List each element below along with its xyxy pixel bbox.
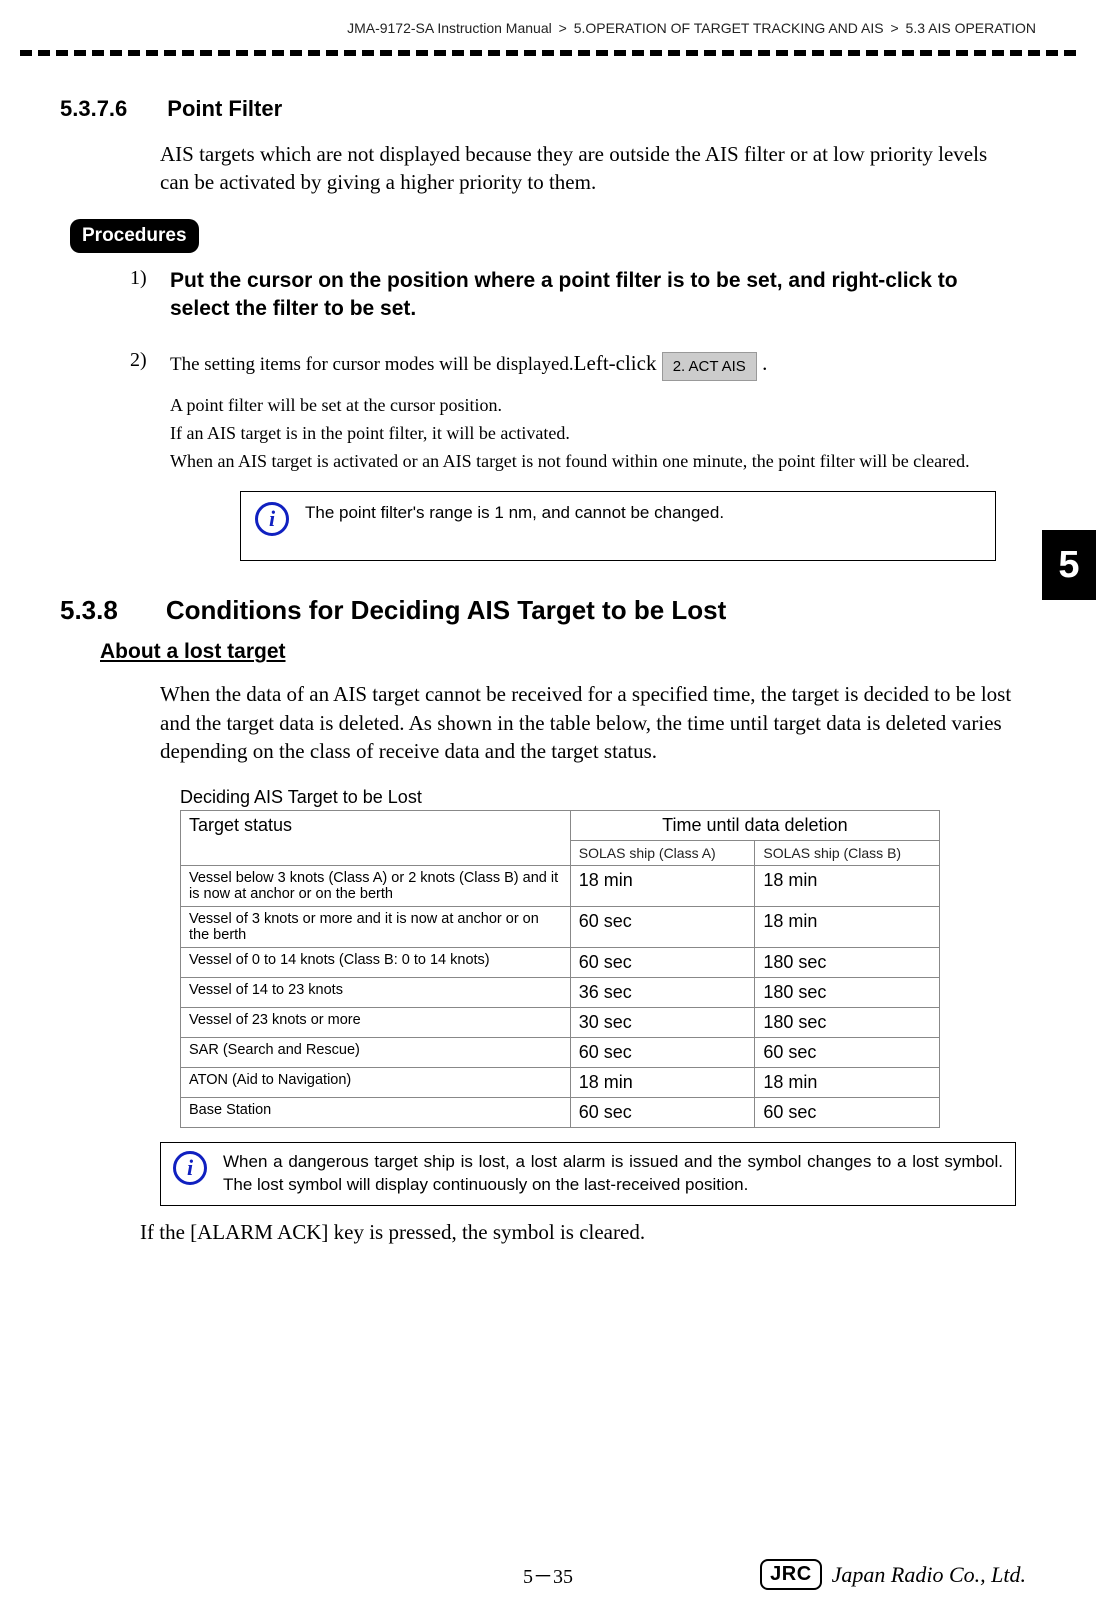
col-header-class-a: SOLAS ship (Class A): [570, 841, 755, 866]
section-number: 5.3.7.6: [60, 96, 127, 122]
act-ais-button[interactable]: 2. ACT AIS: [662, 352, 757, 381]
col-header-time: Time until data deletion: [570, 811, 939, 841]
step-2-para-2: If an AIS target is in the point filter,…: [170, 421, 1016, 445]
step-number: 1): [130, 267, 170, 324]
section-title: 5.3 AIS OPERATION: [906, 20, 1036, 36]
table-row: ATON (Aid to Navigation)18 min18 min: [181, 1068, 940, 1098]
step-2-action: Left-click: [574, 351, 662, 375]
table-caption: Deciding AIS Target to be Lost: [180, 787, 1036, 808]
table-row: Vessel of 23 knots or more30 sec180 sec: [181, 1008, 940, 1038]
section-heading: 5.3.8 Conditions for Deciding AIS Target…: [60, 595, 1036, 626]
header-breadcrumb: JMA-9172-SA Instruction Manual > 5.OPERA…: [60, 0, 1036, 44]
info-text: The point filter's range is 1 nm, and ca…: [305, 502, 724, 525]
col-header-class-b: SOLAS ship (Class B): [755, 841, 940, 866]
step-2-pretext: The setting items for cursor modes will …: [170, 354, 574, 375]
procedure-step-2: 2) The setting items for cursor modes wi…: [130, 349, 1016, 380]
info-icon: i: [173, 1151, 207, 1185]
table-row: Vessel of 0 to 14 knots (Class B: 0 to 1…: [181, 948, 940, 978]
subsection-heading: About a lost target: [100, 640, 1036, 664]
closing-paragraph: If the [ALARM ACK] key is pressed, the s…: [140, 1218, 1016, 1246]
step-2-post: .: [757, 351, 768, 375]
manual-title: JMA-9172-SA Instruction Manual: [347, 20, 552, 36]
divider-dashed: [20, 50, 1076, 56]
table-row: SAR (Search and Rescue)60 sec60 sec: [181, 1038, 940, 1068]
company-name: Japan Radio Co., Ltd.: [832, 1562, 1026, 1588]
footer-brand: JRC Japan Radio Co., Ltd.: [760, 1559, 1026, 1590]
section-title: Conditions for Deciding AIS Target to be…: [166, 595, 726, 626]
procedure-step-1: 1) Put the cursor on the position where …: [130, 267, 1016, 324]
section-number: 5.3.8: [60, 595, 118, 626]
step-text: Put the cursor on the position where a p…: [170, 267, 1016, 324]
section-title: Point Filter: [167, 96, 282, 122]
table-row: Vessel of 14 to 23 knots36 sec180 sec: [181, 978, 940, 1008]
table-row: Vessel of 3 knots or more and it is now …: [181, 907, 940, 948]
step-2-para-1: A point filter will be set at the cursor…: [170, 393, 1016, 417]
procedures-badge: Procedures: [70, 219, 199, 253]
col-header-status: Target status: [181, 811, 571, 866]
table-row: Vessel below 3 knots (Class A) or 2 knot…: [181, 866, 940, 907]
info-box-2: i When a dangerous target ship is lost, …: [160, 1142, 1016, 1206]
page-number: 5－35: [523, 1560, 573, 1589]
lost-target-table: Target status Time until data deletion S…: [180, 810, 940, 1128]
info-icon: i: [255, 502, 289, 536]
page-footer: 5－35 JRC Japan Radio Co., Ltd.: [0, 1559, 1096, 1590]
jrc-logo: JRC: [760, 1559, 822, 1590]
step-number: 2): [130, 349, 170, 380]
table-row: Base Station60 sec60 sec: [181, 1098, 940, 1128]
breadcrumb-sep: >: [890, 20, 898, 36]
section-heading: 5.3.7.6 Point Filter: [60, 96, 1036, 122]
intro-paragraph: AIS targets which are not displayed beca…: [160, 140, 1016, 197]
chapter-tab: 5: [1042, 530, 1096, 600]
step-2-para-3: When an AIS target is activated or an AI…: [170, 449, 1016, 473]
section-paragraph: When the data of an AIS target cannot be…: [160, 680, 1016, 765]
step-text: The setting items for cursor modes will …: [170, 349, 767, 380]
info-text: When a dangerous target ship is lost, a …: [223, 1151, 1003, 1197]
breadcrumb-sep: >: [559, 20, 567, 36]
info-box-1: i The point filter's range is 1 nm, and …: [240, 491, 996, 561]
chapter-title: 5.OPERATION OF TARGET TRACKING AND AIS: [574, 20, 884, 36]
